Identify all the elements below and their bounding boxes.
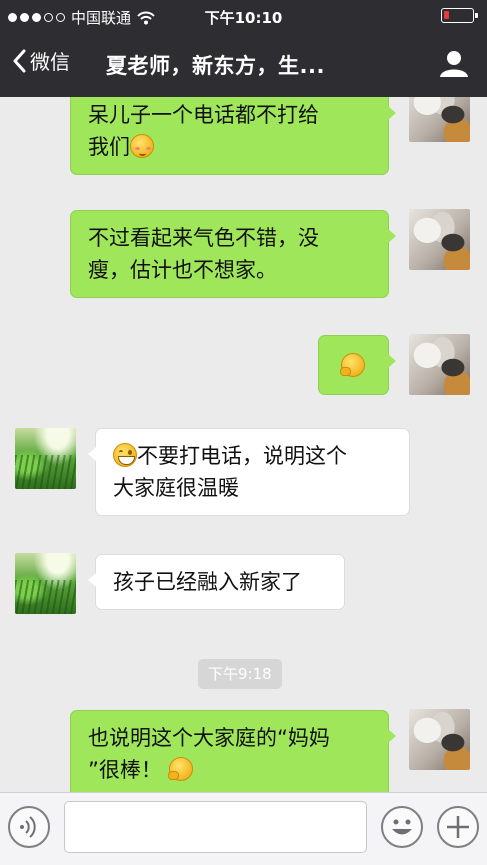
message-text: 大家庭很温暖 xyxy=(113,476,239,500)
contact-avatar[interactable] xyxy=(15,428,76,489)
message-bubble[interactable]: 呆儿子一个电话都不打给 我们 xyxy=(70,97,396,175)
message-text: ”很棒！ xyxy=(88,758,162,782)
my-avatar[interactable] xyxy=(409,709,470,770)
battery-icon xyxy=(441,8,478,23)
status-bar: 中国联通 下午10:10 xyxy=(0,0,487,32)
back-button[interactable]: 微信 xyxy=(12,46,70,75)
message-text: 不过看起来气色不错，没 xyxy=(88,226,319,250)
message-bubble[interactable] xyxy=(318,335,396,395)
message-bubble[interactable]: 也说明这个大家庭的“妈妈 ”很棒！ xyxy=(70,710,396,792)
message-text: 瘦，估计也不想家。 xyxy=(88,258,277,282)
voice-button[interactable] xyxy=(8,806,50,848)
voice-icon xyxy=(20,816,36,838)
my-avatar[interactable] xyxy=(409,209,470,270)
message-text: 呆儿子一个电话都不打给 xyxy=(88,103,319,127)
person-icon xyxy=(440,51,468,77)
message-text: 孩子已经融入新家了 xyxy=(113,570,302,594)
top-bar: 中国联通 下午10:10 微信 夏老师，新东方，生... xyxy=(0,0,487,97)
message-bubble[interactable]: 不要打电话，说明这个 大家庭很温暖 xyxy=(88,428,410,516)
smiley-icon xyxy=(392,819,412,835)
blush-emoji-icon xyxy=(130,134,154,158)
chevron-left-icon xyxy=(13,49,26,72)
plus-icon xyxy=(447,816,469,838)
message-bubble[interactable]: 不过看起来气色不错，没 瘦，估计也不想家。 xyxy=(70,210,396,298)
message-timestamp: 下午9:18 xyxy=(198,659,282,689)
status-time: 下午10:10 xyxy=(204,9,283,27)
message-input[interactable] xyxy=(64,801,367,853)
chat-area[interactable]: 呆儿子一个电话都不打给 我们 不过看起来气色不错，没 瘦，估计也不想家。 不要打… xyxy=(0,97,487,792)
message-bubble[interactable]: 孩子已经融入新家了 xyxy=(88,554,345,610)
my-avatar[interactable] xyxy=(409,334,470,395)
emoji-button[interactable] xyxy=(381,806,423,848)
nav-bar: 微信 夏老师，新东方，生... xyxy=(0,38,487,94)
contact-info-button[interactable] xyxy=(439,50,469,82)
chat-title: 夏老师，新东方，生... xyxy=(106,54,325,78)
message-text: 不要打电话，说明这个 xyxy=(137,444,347,468)
my-avatar[interactable] xyxy=(409,97,470,142)
input-bar xyxy=(0,792,487,865)
grin-emoji-icon xyxy=(113,443,137,467)
message-text: 我们 xyxy=(88,135,130,159)
more-button[interactable] xyxy=(437,806,479,848)
back-label: 微信 xyxy=(30,50,70,74)
contact-avatar[interactable] xyxy=(15,553,76,614)
thinking-emoji-icon xyxy=(340,353,365,377)
thinking-emoji-icon xyxy=(167,757,193,781)
message-text: 也说明这个大家庭的“妈妈 xyxy=(88,726,330,750)
